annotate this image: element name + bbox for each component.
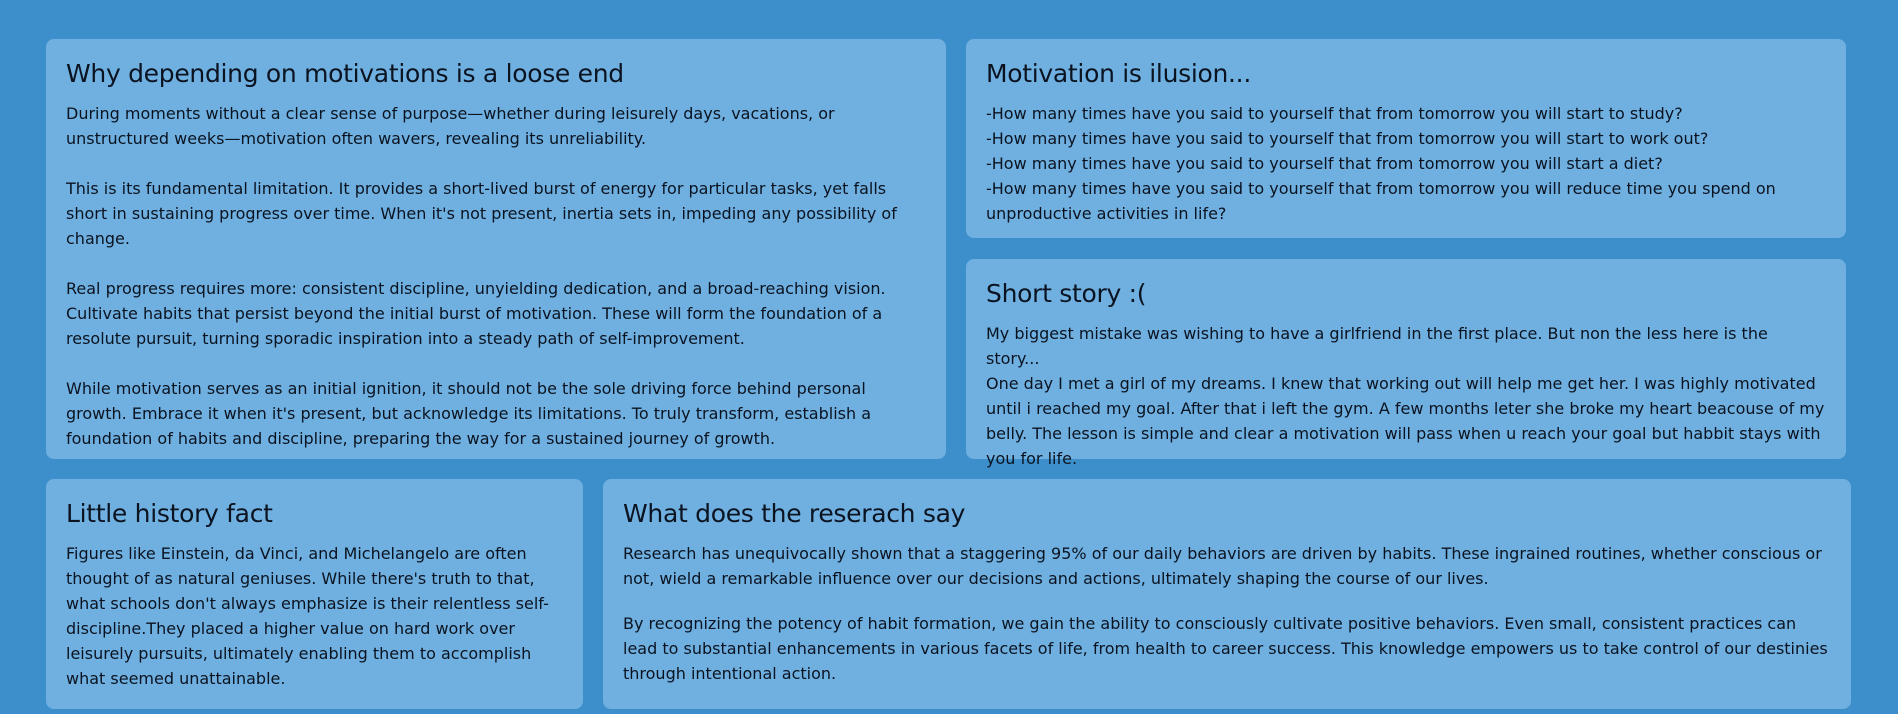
card-title: Little history fact	[66, 499, 273, 528]
card-paragraph: Figures like Einstein, da Vinci, and Mic…	[66, 544, 549, 688]
card-paragraph: This is its fundamental limitation. It p…	[66, 179, 897, 248]
card-paragraph: During moments without a clear sense of …	[66, 104, 835, 148]
card-title: Motivation is ilusion...	[986, 59, 1251, 88]
card-title: What does the reserach say	[623, 499, 966, 528]
card-paragraph: Real progress requires more: consistent …	[66, 279, 886, 348]
card-why-motivation-loose-end: Why depending on motivations is a loose …	[46, 39, 946, 459]
question-line: -How many times have you said to yoursel…	[986, 179, 1776, 223]
question-line: -How many times have you said to yoursel…	[986, 104, 1683, 123]
card-research: What does the reserach say Research has …	[603, 479, 1851, 709]
question-line: -How many times have you said to yoursel…	[986, 129, 1709, 148]
card-title: Why depending on motivations is a loose …	[66, 59, 624, 88]
card-paragraph: While motivation serves as an initial ig…	[66, 379, 872, 448]
card-title: Short story :(	[986, 279, 1147, 308]
story-line: One day I met a girl of my dreams. I kne…	[986, 374, 1825, 468]
card-paragraph: By recognizing the potency of habit form…	[623, 614, 1828, 683]
card-paragraph: Research has unequivocally shown that a …	[623, 544, 1822, 588]
story-line: My biggest mistake was wishing to have a…	[986, 324, 1768, 368]
card-short-story: Short story :( My biggest mistake was wi…	[966, 259, 1846, 468]
card-motivation-illusion: Motivation is ilusion... -How many times…	[966, 39, 1846, 238]
card-history-fact: Little history fact Figures like Einstei…	[46, 479, 583, 709]
question-line: -How many times have you said to yoursel…	[986, 154, 1663, 173]
